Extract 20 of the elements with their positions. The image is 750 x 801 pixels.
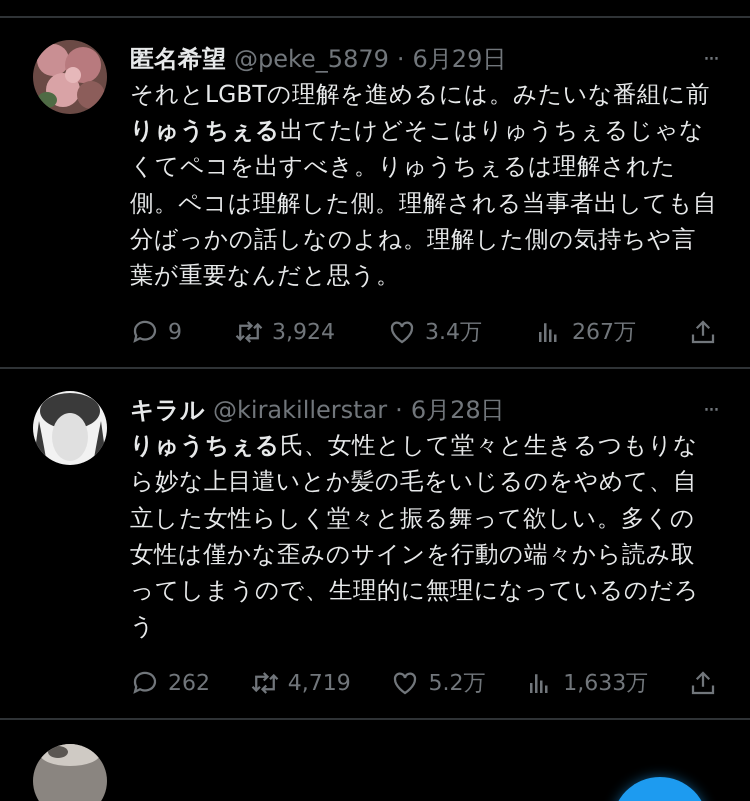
separator: · bbox=[396, 45, 405, 73]
reply-count: 9 bbox=[168, 320, 182, 345]
separator: · bbox=[395, 396, 403, 424]
retweet-count: 3,924 bbox=[272, 320, 335, 345]
more-options-icon[interactable]: ··· bbox=[703, 398, 718, 423]
post-date: 6月28日 bbox=[410, 395, 505, 426]
user-name: キラル bbox=[130, 395, 205, 426]
like-count: 3.4万 bbox=[424, 319, 482, 348]
user-handle: @kirakillerstar bbox=[213, 396, 388, 424]
user-name: 匿名希望 bbox=[130, 44, 226, 75]
post-date: 6月29日 bbox=[412, 44, 506, 75]
views-count: 1,633万 bbox=[563, 670, 648, 698]
post-text: それとLGBTの理解を進めるには。みたいな番組に前りゅうちぇる出てたけどそこはりゅうちぇるじゃなくてペコを出すべき。りゅうちぇるは理解された側。ペコは理解した側。理解される当事者出しても自分ばっかの話しなのよね。理解した側の気持ちや言葉が重要なんだと思う。 bbox=[130, 79, 718, 292]
like-count: 5.2万 bbox=[428, 670, 486, 698]
reply-count: 262 bbox=[168, 670, 210, 696]
post-text: りゅうちぇる氏、女性として堂々と生きるつもりなら妙な上目遣いとか髪の毛をいじるのをやめて、自立した女性らしく堂々と振る舞って欲しい。多くの女性は僅かな歪みのサインを行動の端々から読み取ってしまうので、生理的に無理になっているのだろう bbox=[130, 430, 700, 642]
user-handle: @peke_5879 bbox=[234, 45, 389, 73]
more-options-icon[interactable]: ··· bbox=[703, 46, 718, 72]
views-count: 267万 bbox=[572, 319, 636, 348]
retweet-count: 4,719 bbox=[288, 670, 351, 696]
